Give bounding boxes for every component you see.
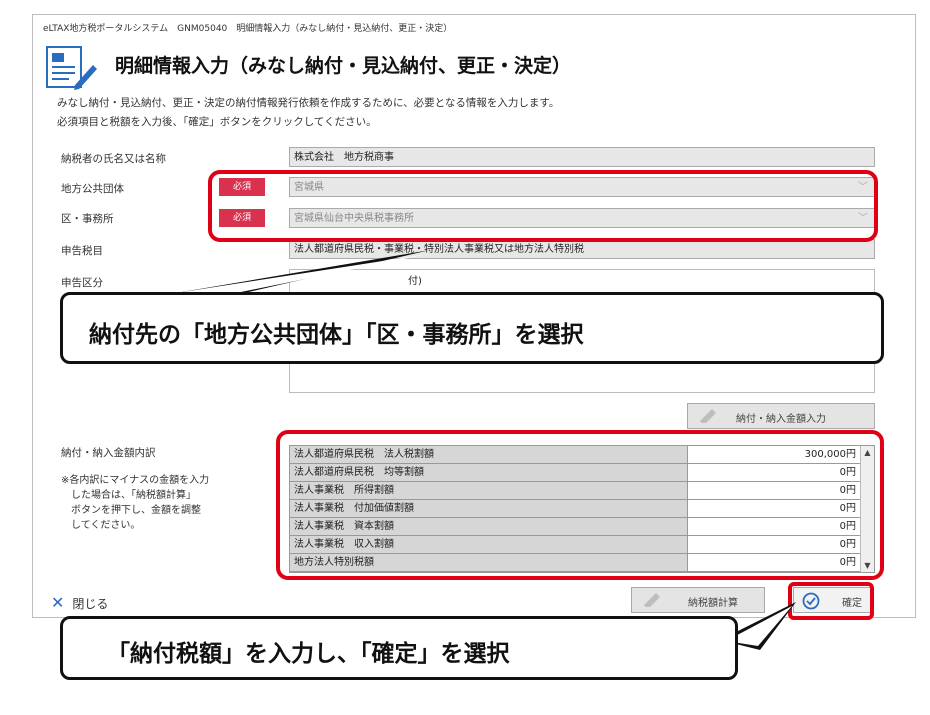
close-button[interactable]: ✕ 閉じる [51,593,108,612]
note-line: ※各内訳にマイナスの金額を入力 [61,475,210,486]
office-label: 区・事務所 [61,213,114,225]
payment-input-button[interactable]: 納付・納入金額入力 [687,403,875,429]
taxpayer-value: 株式会社 地方税商事 [289,147,875,167]
page-header: 明細情報入力（みなし納付・見込納付、更正・決定） [45,41,905,97]
calc-tax-button[interactable]: 納税額計算 [631,587,765,613]
pencil-icon [700,409,716,423]
highlight-frame-amounts [276,430,884,580]
declaration-value: 付) [408,276,422,287]
callout-bottom: 「納付税額」を入力し、「確定」を選択 [60,616,738,680]
window-title: eLTAX地方税ポータルシステム GNM05040 明細情報入力（みなし納付・見… [43,24,453,34]
description-line-1: みなし納付・見込納付、更正・決定の納付情報発行依頼を作成するために、必要となる情… [57,97,560,109]
taxpayer-label: 納税者の氏名又は名称 [61,153,166,165]
calc-tax-button-label: 納税額計算 [688,598,738,609]
highlight-frame-confirm [788,582,874,620]
local-gov-label: 地方公共団体 [61,183,124,195]
tax-item-value: 法人都道府県民税・事業税・特別法人事業税又は地方法人特別税 [289,239,875,259]
document-edit-icon [46,46,97,90]
payment-note: ※各内訳にマイナスの金額を入力 した場合は、「納税額計算」 ボタンを押下し、金額… [61,473,209,533]
highlight-frame-select [208,170,878,242]
note-line: した場合は、「納税額計算」 [61,490,196,501]
close-icon: ✕ [51,593,65,612]
page-title: 明細情報入力（みなし納付・見込納付、更正・決定） [115,55,572,77]
callout-top: 納付先の「地方公共団体」「区・事務所」を選択 [60,292,884,364]
callout-bottom-text: 「納付税額」を入力し、「確定」を選択 [107,641,510,667]
note-line: ボタンを押下し、金額を調整 [61,505,201,516]
tax-item-label: 申告税目 [61,245,103,257]
note-line: してください。 [61,520,141,531]
pencil-icon [644,593,660,607]
payment-input-button-label: 納付・納入金額入力 [736,414,826,425]
close-button-label: 閉じる [72,597,109,611]
callout-top-text: 納付先の「地方公共団体」「区・事務所」を選択 [89,322,584,348]
payment-breakdown-label: 納付・納入金額内訳 [61,447,156,459]
declaration-label: 申告区分 [61,277,103,289]
description-line-2: 必須項目と税額を入力後、「確定」ボタンをクリックしてください。 [57,116,377,128]
